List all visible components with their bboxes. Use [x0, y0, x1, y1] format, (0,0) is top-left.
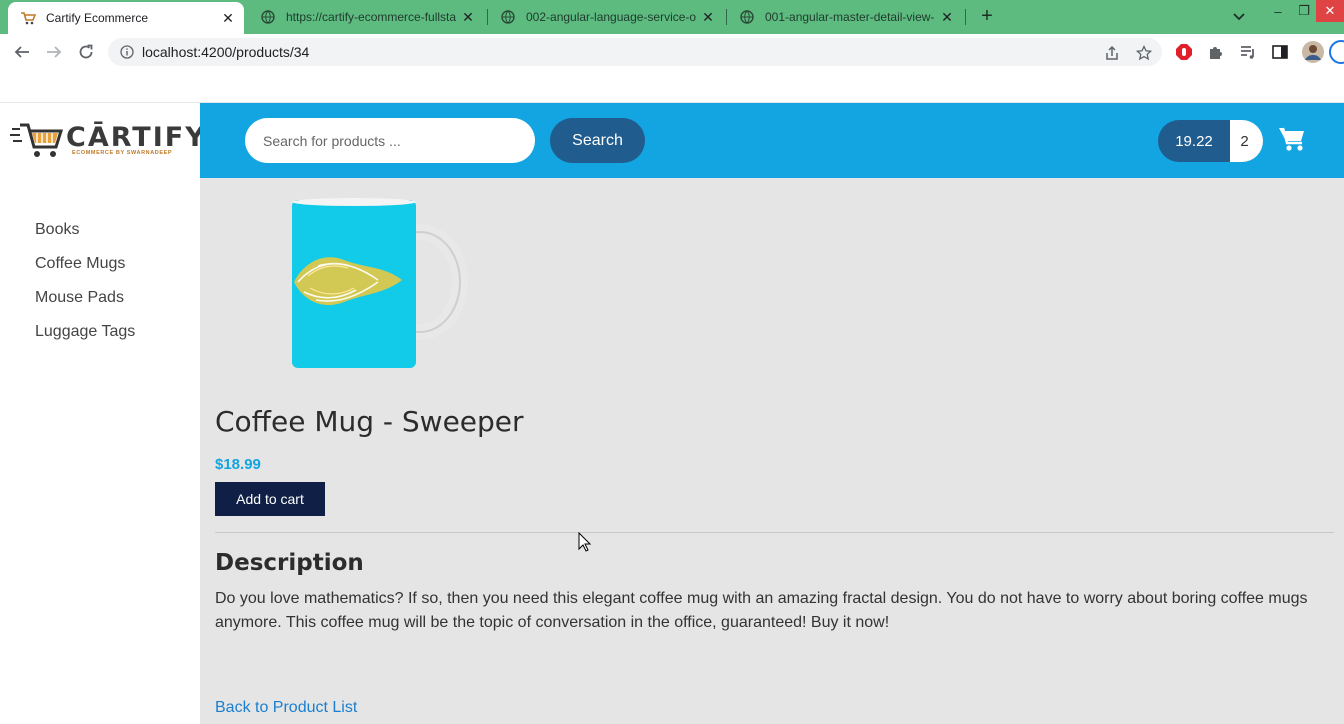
- window-close-icon[interactable]: ✕: [1316, 0, 1344, 22]
- product-image: [288, 196, 478, 372]
- product-price: $18.99: [215, 456, 261, 473]
- share-icon[interactable]: [1104, 45, 1120, 61]
- profile-avatar[interactable]: [1302, 41, 1324, 63]
- add-to-cart-button[interactable]: Add to cart: [215, 482, 325, 516]
- chevron-down-icon[interactable]: [1232, 9, 1250, 25]
- bookmarks-bar: [0, 70, 1344, 103]
- sidebar-item-luggage-tags[interactable]: Luggage Tags: [0, 323, 200, 357]
- tab-separator: [965, 9, 966, 25]
- sidebar-item-mouse-pads[interactable]: Mouse Pads: [0, 289, 200, 323]
- close-icon[interactable]: ✕: [460, 9, 476, 25]
- new-tab-icon[interactable]: +: [976, 6, 998, 28]
- media-queue-icon[interactable]: [1239, 43, 1257, 61]
- cart-total-price: 19.22: [1158, 120, 1230, 162]
- side-panel-icon[interactable]: [1271, 43, 1289, 61]
- category-sidebar: Books Coffee Mugs Mouse Pads Luggage Tag…: [0, 178, 200, 724]
- logo[interactable]: CĀRTIFY ECOMMERCE BY SWARNADEEP: [0, 103, 205, 178]
- tab-title: Cartify Ecommerce: [46, 11, 149, 25]
- adblock-extension-icon[interactable]: [1175, 43, 1193, 61]
- tab-angular-master-detail[interactable]: 001-angular-master-detail-view- ✕: [727, 0, 963, 34]
- info-icon[interactable]: [120, 45, 134, 59]
- reload-icon[interactable]: [74, 40, 98, 64]
- chrome-menu-icon[interactable]: [1329, 40, 1344, 64]
- app-header: CĀRTIFY ECOMMERCE BY SWARNADEEP Search 1…: [0, 103, 1344, 178]
- globe-icon: [500, 9, 516, 25]
- browser-tabstrip: Cartify Ecommerce ✕ https://cartify-ecom…: [0, 0, 1344, 34]
- product-description: Do you love mathematics? If so, then you…: [215, 590, 1308, 631]
- category-list: Books Coffee Mugs Mouse Pads Luggage Tag…: [0, 178, 200, 357]
- minimize-icon[interactable]: –: [1264, 0, 1292, 22]
- url-text: localhost:4200/products/34: [142, 44, 310, 60]
- bookmark-star-icon[interactable]: [1135, 44, 1153, 61]
- extensions-puzzle-icon[interactable]: [1207, 43, 1225, 61]
- globe-icon: [260, 9, 276, 25]
- close-icon[interactable]: ✕: [700, 9, 716, 25]
- shopping-cart-icon[interactable]: [1278, 126, 1306, 152]
- tab-title: 001-angular-master-detail-view-: [765, 10, 935, 24]
- logo-wordmark: CĀRTIFY: [66, 122, 207, 153]
- tab-angular-language-service[interactable]: 002-angular-language-service-o ✕: [488, 0, 724, 34]
- close-icon[interactable]: ✕: [939, 9, 955, 25]
- header-bar: Search 19.22 2: [200, 103, 1344, 178]
- tab-title: 002-angular-language-service-o: [526, 10, 697, 24]
- tab-cartify-fullstack[interactable]: https://cartify-ecommerce-fullsta ✕: [248, 0, 484, 34]
- back-to-product-list-link[interactable]: Back to Product List: [215, 699, 357, 717]
- cart-favicon-icon: [20, 10, 36, 26]
- tab-cartify[interactable]: Cartify Ecommerce ✕: [8, 2, 244, 34]
- tab-title: https://cartify-ecommerce-fullsta: [286, 10, 457, 24]
- search-button[interactable]: Search: [550, 118, 645, 163]
- logo-tagline: ECOMMERCE BY SWARNADEEP: [72, 150, 173, 156]
- description-heading: Description: [215, 550, 364, 576]
- forward-arrow-icon[interactable]: [42, 40, 66, 64]
- divider: [215, 532, 1334, 533]
- sidebar-item-coffee-mugs[interactable]: Coffee Mugs: [0, 255, 200, 289]
- shopping-cart-logo-icon: [10, 121, 64, 159]
- mouse-pointer-icon: [578, 531, 592, 552]
- product-detail: Coffee Mug - Sweeper $18.99 Add to cart …: [200, 178, 1344, 724]
- search-input[interactable]: [245, 118, 535, 163]
- restore-icon[interactable]: ❐: [1290, 0, 1318, 22]
- back-arrow-icon[interactable]: [10, 40, 34, 64]
- sidebar-item-books[interactable]: Books: [0, 221, 200, 255]
- close-icon[interactable]: ✕: [220, 10, 236, 26]
- product-title: Coffee Mug - Sweeper: [215, 405, 524, 438]
- cart-quantity: 2: [1230, 120, 1263, 162]
- address-bar[interactable]: localhost:4200/products/34: [108, 38, 1162, 66]
- globe-icon: [739, 9, 755, 25]
